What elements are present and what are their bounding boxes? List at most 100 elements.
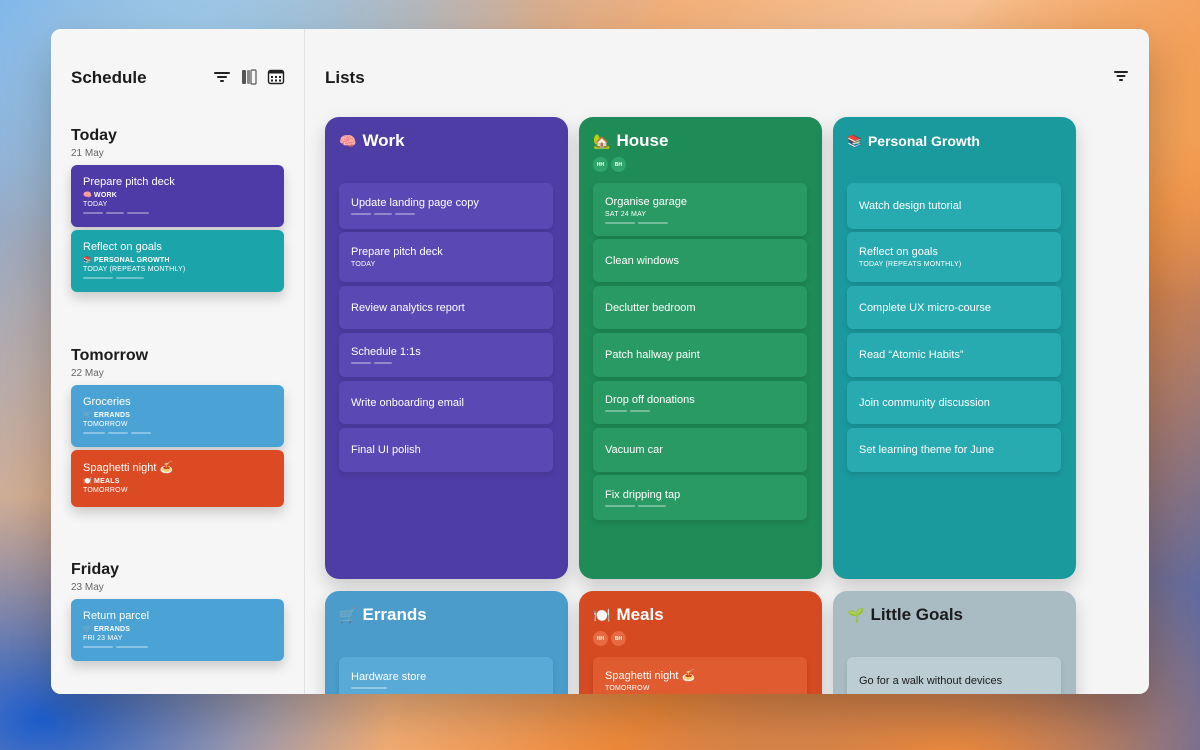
task-item[interactable]: Drop off donations: [593, 381, 807, 424]
task-item[interactable]: Prepare pitch deck TODAY: [339, 232, 553, 282]
task-subtitle: TOMORROW: [605, 684, 650, 692]
schedule-item-date: TOMORROW: [83, 421, 128, 428]
list-card-personal-growth[interactable]: 📚 Personal Growth Watch design tutorial …: [833, 117, 1076, 579]
progress-placeholder: [83, 432, 272, 434]
task-title: Watch design tutorial: [859, 200, 962, 212]
task-title: Read “Atomic Habits”: [859, 349, 964, 361]
task-subtitle: TODAY: [351, 261, 376, 268]
list-name: Errands: [362, 605, 427, 624]
task-item[interactable]: Fix dripping tap: [593, 475, 807, 520]
list-header: 🌱 Little Goals: [847, 605, 963, 625]
schedule-item[interactable]: Prepare pitch deck 🧠 WORK TODAY: [71, 165, 284, 227]
book-icon[interactable]: [240, 69, 258, 85]
day-date: 23 May: [71, 582, 104, 593]
avatar: HH: [593, 157, 608, 172]
list-name: Little Goals: [870, 605, 964, 624]
task-item[interactable]: Organise garage SAT 24 MAY: [593, 183, 807, 236]
list-name: Personal Growth: [867, 133, 980, 149]
avatar-group: HH BH: [593, 157, 626, 172]
task-item[interactable]: Join community discussion: [847, 381, 1061, 424]
task-item[interactable]: Set learning theme for June: [847, 428, 1061, 472]
task-item[interactable]: Write onboarding email: [339, 381, 553, 424]
task-item[interactable]: Reflect on goals TODAY (REPEATS MONTHLY): [847, 232, 1061, 282]
task-title: Spaghetti night 🍝: [605, 669, 696, 682]
filter-icon[interactable]: [1113, 69, 1129, 83]
schedule-item-date: TODAY: [83, 201, 108, 208]
task-item[interactable]: Read “Atomic Habits”: [847, 333, 1061, 377]
list-card-house[interactable]: 🏡 House HH BH Organise garage SAT 24 MAY…: [579, 117, 822, 579]
list-header: 🏡 House: [593, 131, 668, 151]
progress-placeholder: [605, 409, 795, 412]
task-item[interactable]: Declutter bedroom: [593, 286, 807, 329]
progress-placeholder: [605, 221, 795, 224]
day-date: 22 May: [71, 368, 104, 379]
task-title: Complete UX micro-course: [859, 301, 992, 314]
task-subtitle: SAT 24 MAY: [605, 210, 647, 218]
schedule-item-date: TOMORROW: [83, 487, 128, 494]
brain-icon: 🧠: [339, 132, 357, 149]
filter-icon[interactable]: [213, 69, 231, 85]
books-icon: 📚: [847, 134, 862, 148]
schedule-item-title: Groceries: [83, 396, 131, 408]
avatar-group: HH BH: [593, 631, 626, 646]
task-item[interactable]: Hardware store: [339, 657, 553, 694]
task-item[interactable]: Schedule 1:1s: [339, 333, 553, 377]
task-title: Schedule 1:1s: [351, 346, 421, 358]
page-title: Lists: [325, 68, 365, 87]
schedule-item-title: Spaghetti night 🍝: [83, 462, 174, 474]
task-title: Drop off donations: [605, 393, 695, 406]
calendar-icon[interactable]: [267, 69, 285, 85]
plate-icon: 🍽️: [593, 606, 611, 623]
schedule-item-list: 📚 PERSONAL GROWTH: [83, 257, 170, 264]
schedule-item[interactable]: Return parcel 🛒 ERRANDS FRI 23 MAY: [71, 599, 284, 661]
list-card-errands[interactable]: 🛒 Errands Hardware store: [325, 591, 568, 694]
task-item[interactable]: Spaghetti night 🍝 TOMORROW: [593, 657, 807, 694]
task-item[interactable]: Go for a walk without devices: [847, 657, 1061, 694]
task-item[interactable]: Review analytics report: [339, 286, 553, 329]
progress-placeholder: [83, 277, 272, 279]
task-item[interactable]: Complete UX micro-course: [847, 286, 1061, 329]
day-section-tomorrow: Tomorrow 22 May: [71, 347, 148, 379]
seedling-icon: 🌱: [847, 606, 865, 623]
task-title: Organise garage: [605, 195, 687, 208]
schedule-item[interactable]: Groceries 🛒 ERRANDS TOMORROW: [71, 385, 284, 447]
list-name: Work: [362, 131, 405, 150]
progress-placeholder: [351, 213, 541, 215]
list-header: 🍽️ Meals: [593, 605, 664, 625]
schedule-item-date: TODAY (REPEATS MONTHLY): [83, 266, 186, 273]
task-title: Final UI polish: [351, 444, 421, 456]
task-item[interactable]: Watch design tutorial: [847, 183, 1061, 229]
schedule-item-title: Prepare pitch deck: [83, 176, 175, 188]
list-header: 🛒 Errands: [339, 605, 427, 625]
list-card-meals[interactable]: 🍽️ Meals HH BH Spaghetti night 🍝 TOMORRO…: [579, 591, 822, 694]
task-title: Prepare pitch deck: [351, 246, 443, 258]
list-card-little-goals[interactable]: 🌱 Little Goals Go for a walk without dev…: [833, 591, 1076, 694]
day-name: Tomorrow: [71, 347, 149, 364]
schedule-item-date: FRI 23 MAY: [83, 635, 123, 642]
progress-placeholder: [605, 504, 795, 507]
schedule-item-title: Reflect on goals: [83, 241, 162, 253]
schedule-item[interactable]: Spaghetti night 🍝 🍽️ MEALS TOMORROW: [71, 450, 284, 507]
schedule-item-list: 🛒 ERRANDS: [83, 412, 131, 419]
task-item[interactable]: Vacuum car: [593, 428, 807, 472]
app-window: Schedule Today 21 May Prepare pitch deck: [51, 29, 1149, 694]
schedule-item-list: 🍽️ MEALS: [83, 478, 120, 485]
schedule-item-list: 🧠 WORK: [83, 192, 118, 199]
list-card-work[interactable]: 🧠 Work Update landing page copy Prepare …: [325, 117, 568, 579]
task-item[interactable]: Update landing page copy: [339, 183, 553, 229]
task-title: Vacuum car: [605, 444, 663, 456]
task-item[interactable]: Patch hallway paint: [593, 333, 807, 377]
day-name: Friday: [71, 561, 120, 578]
schedule-item[interactable]: Reflect on goals 📚 PERSONAL GROWTH TODAY…: [71, 230, 284, 292]
task-title: Hardware store: [351, 671, 427, 683]
avatar: BH: [611, 631, 626, 646]
schedule-item-list: 🛒 ERRANDS: [83, 626, 131, 633]
house-icon: 🏡: [593, 132, 611, 149]
task-title: Set learning theme for June: [859, 444, 995, 456]
task-item[interactable]: Clean windows: [593, 239, 807, 282]
day-section-friday: Friday 23 May: [71, 561, 119, 593]
cart-icon: 🛒: [339, 606, 357, 623]
list-name: House: [616, 131, 669, 150]
task-title: Fix dripping tap: [605, 488, 681, 501]
task-item[interactable]: Final UI polish: [339, 428, 553, 472]
